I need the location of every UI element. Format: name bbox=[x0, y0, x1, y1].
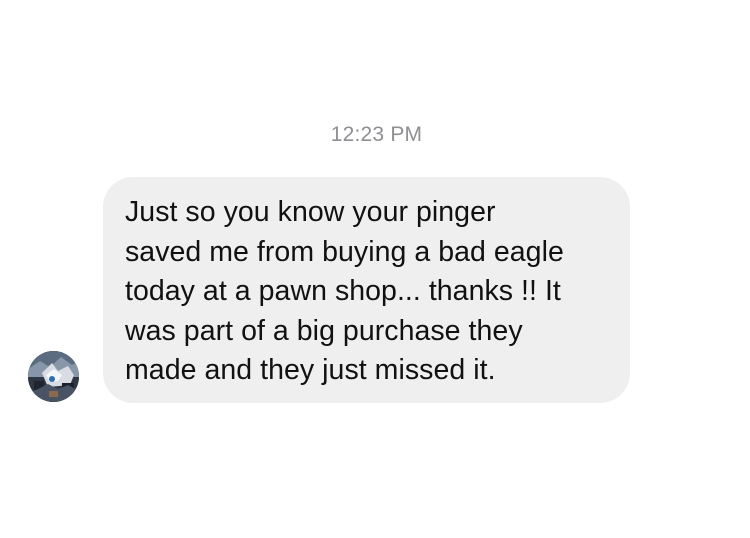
message-line: was part of a big purchase they bbox=[125, 314, 523, 347]
message-line: saved me from buying a bad eagle bbox=[125, 235, 564, 268]
incoming-message-row: Just so you know your pinger saved me fr… bbox=[0, 0, 750, 538]
incoming-message-bubble[interactable]: Just so you know your pinger saved me fr… bbox=[103, 177, 630, 403]
user-avatar-photo-icon bbox=[28, 351, 79, 402]
message-text: Just so you know your pinger saved me fr… bbox=[125, 193, 610, 391]
sender-avatar[interactable] bbox=[28, 351, 79, 402]
message-line: today at a pawn shop... thanks !! It bbox=[125, 275, 561, 307]
message-line: made and they just missed it. bbox=[125, 354, 496, 386]
message-thread: 12:23 PM Just so you know your pinger sa… bbox=[0, 0, 750, 538]
message-line: Just so you know your pinger bbox=[125, 196, 496, 228]
